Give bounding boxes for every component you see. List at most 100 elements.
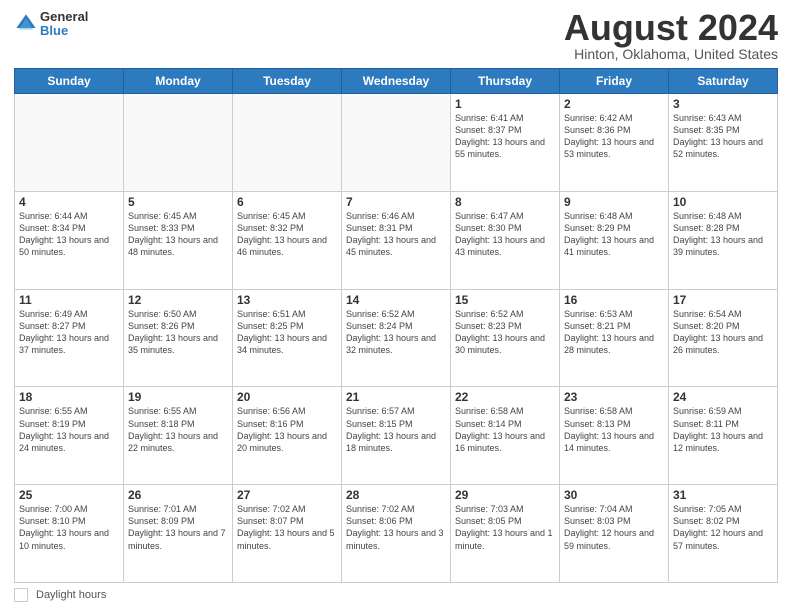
calendar-cell: 16Sunrise: 6:53 AM Sunset: 8:21 PM Dayli… bbox=[560, 289, 669, 387]
day-number: 23 bbox=[564, 390, 664, 404]
calendar-cell: 15Sunrise: 6:52 AM Sunset: 8:23 PM Dayli… bbox=[451, 289, 560, 387]
calendar-dow-tuesday: Tuesday bbox=[233, 69, 342, 94]
calendar-header-row: SundayMondayTuesdayWednesdayThursdayFrid… bbox=[15, 69, 778, 94]
logo-general-text: General bbox=[40, 10, 88, 24]
calendar-week-5: 25Sunrise: 7:00 AM Sunset: 8:10 PM Dayli… bbox=[15, 485, 778, 583]
day-info: Sunrise: 6:59 AM Sunset: 8:11 PM Dayligh… bbox=[673, 405, 773, 454]
day-number: 4 bbox=[19, 195, 119, 209]
day-number: 8 bbox=[455, 195, 555, 209]
day-number: 1 bbox=[455, 97, 555, 111]
day-info: Sunrise: 6:52 AM Sunset: 8:23 PM Dayligh… bbox=[455, 308, 555, 357]
day-number: 9 bbox=[564, 195, 664, 209]
day-info: Sunrise: 6:50 AM Sunset: 8:26 PM Dayligh… bbox=[128, 308, 228, 357]
day-number: 11 bbox=[19, 293, 119, 307]
day-info: Sunrise: 6:56 AM Sunset: 8:16 PM Dayligh… bbox=[237, 405, 337, 454]
calendar-dow-wednesday: Wednesday bbox=[342, 69, 451, 94]
calendar-cell: 3Sunrise: 6:43 AM Sunset: 8:35 PM Daylig… bbox=[669, 94, 778, 192]
calendar-cell: 7Sunrise: 6:46 AM Sunset: 8:31 PM Daylig… bbox=[342, 191, 451, 289]
day-info: Sunrise: 6:46 AM Sunset: 8:31 PM Dayligh… bbox=[346, 210, 446, 259]
month-title: August 2024 bbox=[564, 10, 778, 46]
day-number: 31 bbox=[673, 488, 773, 502]
logo-text: General Blue bbox=[40, 10, 88, 39]
day-info: Sunrise: 6:43 AM Sunset: 8:35 PM Dayligh… bbox=[673, 112, 773, 161]
day-number: 15 bbox=[455, 293, 555, 307]
calendar-cell bbox=[342, 94, 451, 192]
day-info: Sunrise: 6:47 AM Sunset: 8:30 PM Dayligh… bbox=[455, 210, 555, 259]
day-info: Sunrise: 7:03 AM Sunset: 8:05 PM Dayligh… bbox=[455, 503, 555, 552]
calendar-cell: 30Sunrise: 7:04 AM Sunset: 8:03 PM Dayli… bbox=[560, 485, 669, 583]
day-number: 6 bbox=[237, 195, 337, 209]
day-info: Sunrise: 7:00 AM Sunset: 8:10 PM Dayligh… bbox=[19, 503, 119, 552]
calendar-cell: 2Sunrise: 6:42 AM Sunset: 8:36 PM Daylig… bbox=[560, 94, 669, 192]
day-info: Sunrise: 6:57 AM Sunset: 8:15 PM Dayligh… bbox=[346, 405, 446, 454]
calendar-dow-friday: Friday bbox=[560, 69, 669, 94]
logo-blue-text: Blue bbox=[40, 24, 88, 38]
calendar-cell: 31Sunrise: 7:05 AM Sunset: 8:02 PM Dayli… bbox=[669, 485, 778, 583]
calendar-cell bbox=[15, 94, 124, 192]
calendar-cell bbox=[233, 94, 342, 192]
day-number: 16 bbox=[564, 293, 664, 307]
calendar-cell: 12Sunrise: 6:50 AM Sunset: 8:26 PM Dayli… bbox=[124, 289, 233, 387]
day-info: Sunrise: 6:51 AM Sunset: 8:25 PM Dayligh… bbox=[237, 308, 337, 357]
calendar-week-4: 18Sunrise: 6:55 AM Sunset: 8:19 PM Dayli… bbox=[15, 387, 778, 485]
day-info: Sunrise: 7:02 AM Sunset: 8:06 PM Dayligh… bbox=[346, 503, 446, 552]
calendar-cell: 14Sunrise: 6:52 AM Sunset: 8:24 PM Dayli… bbox=[342, 289, 451, 387]
day-info: Sunrise: 7:02 AM Sunset: 8:07 PM Dayligh… bbox=[237, 503, 337, 552]
day-number: 22 bbox=[455, 390, 555, 404]
day-info: Sunrise: 6:44 AM Sunset: 8:34 PM Dayligh… bbox=[19, 210, 119, 259]
day-number: 27 bbox=[237, 488, 337, 502]
calendar-cell: 4Sunrise: 6:44 AM Sunset: 8:34 PM Daylig… bbox=[15, 191, 124, 289]
day-number: 10 bbox=[673, 195, 773, 209]
calendar-cell: 8Sunrise: 6:47 AM Sunset: 8:30 PM Daylig… bbox=[451, 191, 560, 289]
daylight-label: Daylight hours bbox=[36, 589, 106, 601]
day-info: Sunrise: 7:01 AM Sunset: 8:09 PM Dayligh… bbox=[128, 503, 228, 552]
day-number: 7 bbox=[346, 195, 446, 209]
day-info: Sunrise: 6:48 AM Sunset: 8:29 PM Dayligh… bbox=[564, 210, 664, 259]
day-number: 18 bbox=[19, 390, 119, 404]
day-number: 30 bbox=[564, 488, 664, 502]
day-info: Sunrise: 6:45 AM Sunset: 8:32 PM Dayligh… bbox=[237, 210, 337, 259]
day-info: Sunrise: 6:48 AM Sunset: 8:28 PM Dayligh… bbox=[673, 210, 773, 259]
calendar-cell: 22Sunrise: 6:58 AM Sunset: 8:14 PM Dayli… bbox=[451, 387, 560, 485]
day-number: 26 bbox=[128, 488, 228, 502]
day-info: Sunrise: 6:52 AM Sunset: 8:24 PM Dayligh… bbox=[346, 308, 446, 357]
calendar-cell: 25Sunrise: 7:00 AM Sunset: 8:10 PM Dayli… bbox=[15, 485, 124, 583]
calendar-cell: 11Sunrise: 6:49 AM Sunset: 8:27 PM Dayli… bbox=[15, 289, 124, 387]
calendar-cell: 24Sunrise: 6:59 AM Sunset: 8:11 PM Dayli… bbox=[669, 387, 778, 485]
calendar-week-3: 11Sunrise: 6:49 AM Sunset: 8:27 PM Dayli… bbox=[15, 289, 778, 387]
day-number: 5 bbox=[128, 195, 228, 209]
day-info: Sunrise: 6:58 AM Sunset: 8:14 PM Dayligh… bbox=[455, 405, 555, 454]
day-number: 12 bbox=[128, 293, 228, 307]
calendar-cell: 28Sunrise: 7:02 AM Sunset: 8:06 PM Dayli… bbox=[342, 485, 451, 583]
logo: General Blue bbox=[14, 10, 88, 39]
title-section: August 2024 Hinton, Oklahoma, United Sta… bbox=[564, 10, 778, 62]
calendar-dow-thursday: Thursday bbox=[451, 69, 560, 94]
header: General Blue August 2024 Hinton, Oklahom… bbox=[14, 10, 778, 62]
calendar-cell: 20Sunrise: 6:56 AM Sunset: 8:16 PM Dayli… bbox=[233, 387, 342, 485]
day-number: 24 bbox=[673, 390, 773, 404]
calendar-cell: 6Sunrise: 6:45 AM Sunset: 8:32 PM Daylig… bbox=[233, 191, 342, 289]
day-info: Sunrise: 6:42 AM Sunset: 8:36 PM Dayligh… bbox=[564, 112, 664, 161]
page: General Blue August 2024 Hinton, Oklahom… bbox=[0, 0, 792, 612]
calendar-dow-sunday: Sunday bbox=[15, 69, 124, 94]
calendar-cell: 21Sunrise: 6:57 AM Sunset: 8:15 PM Dayli… bbox=[342, 387, 451, 485]
calendar-cell: 17Sunrise: 6:54 AM Sunset: 8:20 PM Dayli… bbox=[669, 289, 778, 387]
calendar-cell: 18Sunrise: 6:55 AM Sunset: 8:19 PM Dayli… bbox=[15, 387, 124, 485]
day-number: 2 bbox=[564, 97, 664, 111]
calendar-cell: 19Sunrise: 6:55 AM Sunset: 8:18 PM Dayli… bbox=[124, 387, 233, 485]
logo-icon bbox=[14, 12, 38, 36]
calendar-cell: 23Sunrise: 6:58 AM Sunset: 8:13 PM Dayli… bbox=[560, 387, 669, 485]
calendar-cell: 26Sunrise: 7:01 AM Sunset: 8:09 PM Dayli… bbox=[124, 485, 233, 583]
day-info: Sunrise: 6:41 AM Sunset: 8:37 PM Dayligh… bbox=[455, 112, 555, 161]
calendar-cell bbox=[124, 94, 233, 192]
calendar-cell: 9Sunrise: 6:48 AM Sunset: 8:29 PM Daylig… bbox=[560, 191, 669, 289]
calendar-cell: 13Sunrise: 6:51 AM Sunset: 8:25 PM Dayli… bbox=[233, 289, 342, 387]
day-number: 14 bbox=[346, 293, 446, 307]
day-info: Sunrise: 6:45 AM Sunset: 8:33 PM Dayligh… bbox=[128, 210, 228, 259]
day-number: 25 bbox=[19, 488, 119, 502]
day-info: Sunrise: 6:58 AM Sunset: 8:13 PM Dayligh… bbox=[564, 405, 664, 454]
calendar-week-1: 1Sunrise: 6:41 AM Sunset: 8:37 PM Daylig… bbox=[15, 94, 778, 192]
location: Hinton, Oklahoma, United States bbox=[564, 46, 778, 62]
footer: Daylight hours bbox=[14, 588, 778, 602]
day-number: 17 bbox=[673, 293, 773, 307]
